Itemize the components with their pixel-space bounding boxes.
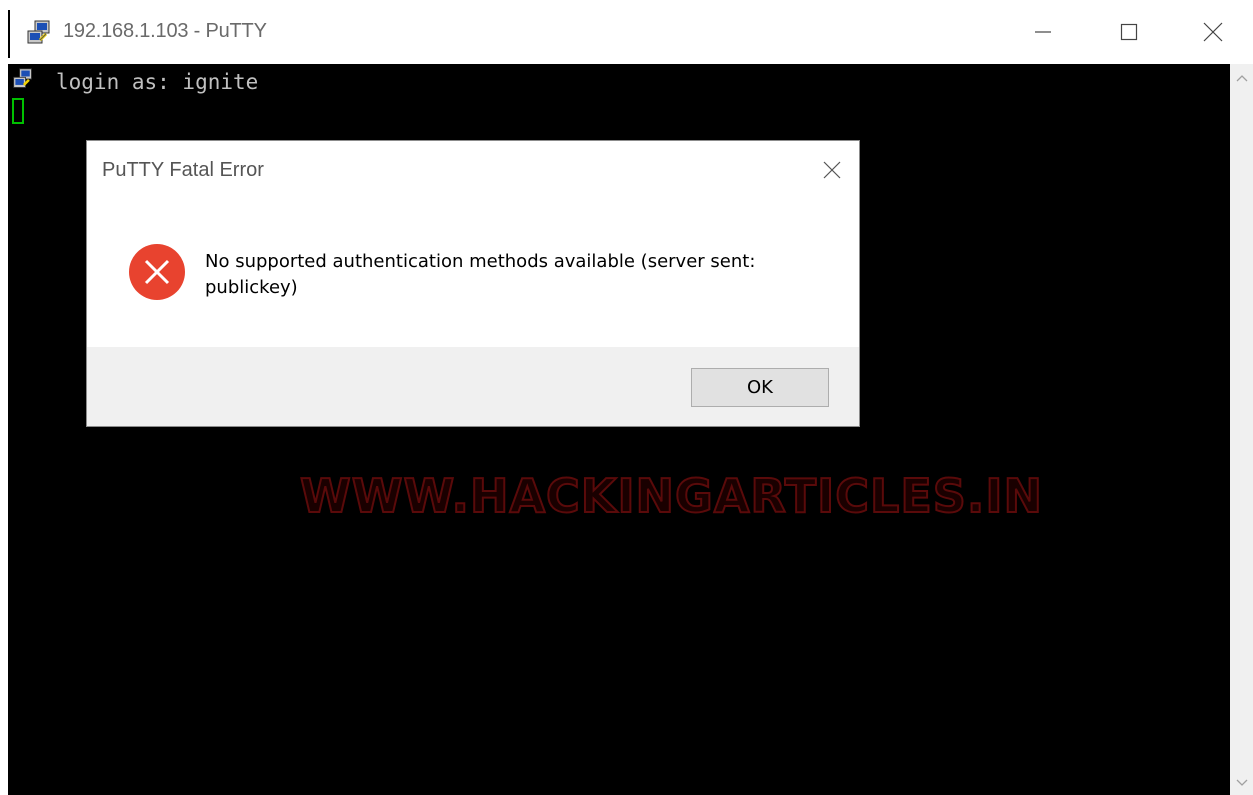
chevron-up-icon (1236, 75, 1247, 82)
window-title: 192.168.1.103 - PuTTY (63, 20, 267, 42)
maximize-button[interactable] (1086, 0, 1172, 64)
error-message: No supported authentication methods avai… (205, 251, 756, 298)
scroll-up-button[interactable] (1230, 66, 1253, 90)
title-bar[interactable]: 192.168.1.103 - PuTTY (0, 0, 1253, 64)
vertical-scrollbar[interactable] (1230, 64, 1253, 795)
minimize-icon (1035, 31, 1051, 33)
putty-app-icon[interactable] (26, 20, 52, 46)
fatal-error-dialog: PuTTY Fatal Error No supported authentic… (86, 140, 860, 427)
minimize-button[interactable] (1000, 0, 1086, 64)
dialog-button-bar: OK (87, 347, 859, 426)
close-button[interactable] (1172, 0, 1253, 64)
ok-button[interactable]: OK (691, 368, 829, 407)
maximize-icon (1120, 23, 1138, 41)
watermark: WWW.HACKINGARTICLES.IN (299, 468, 1043, 524)
putty-line-icon (13, 68, 32, 88)
putty-window: 192.168.1.103 - PuTTY login as: ignite W… (0, 0, 1253, 795)
chevron-down-icon (1236, 779, 1247, 786)
dialog-close-button[interactable] (815, 153, 849, 187)
window-edge (8, 10, 10, 58)
scroll-down-button[interactable] (1230, 771, 1253, 795)
terminal-cursor (12, 98, 24, 124)
close-icon (823, 161, 841, 179)
error-icon (129, 244, 185, 300)
close-icon (1203, 22, 1222, 42)
terminal-line: login as: ignite (56, 70, 259, 94)
dialog-title: PuTTY Fatal Error (102, 159, 264, 181)
